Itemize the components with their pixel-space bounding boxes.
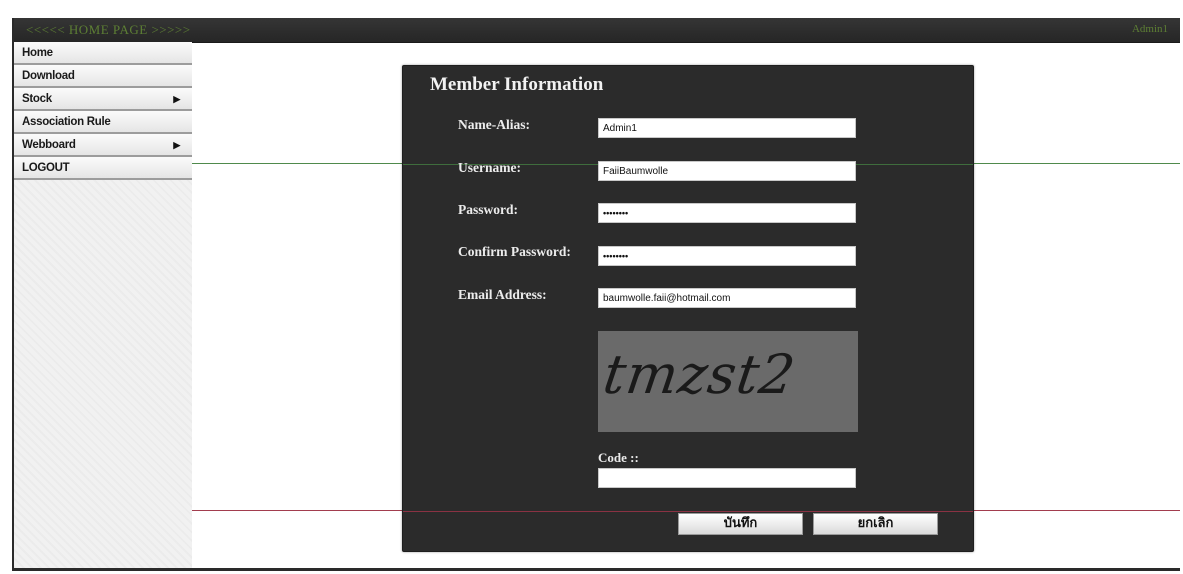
app-window: <<<<< HOME PAGE >>>>> Admin1 Home Downlo… <box>12 18 1180 571</box>
chevron-right-icon: ▶ <box>173 140 180 150</box>
current-user: Admin1 <box>1131 23 1168 35</box>
sidebar-item-download[interactable]: Download <box>14 65 192 88</box>
sidebar-item-stock[interactable]: Stock ▶ <box>14 88 192 111</box>
captcha-text: tmzst2 <box>599 343 800 406</box>
sidebar-item-label: Download <box>22 70 75 82</box>
username-label: Username: <box>458 160 521 175</box>
member-form-panel: Member Information Name-Alias: Username:… <box>402 65 974 552</box>
cancel-button[interactable]: ยกเลิก <box>813 513 938 535</box>
panel-divider-red <box>403 511 973 512</box>
chevron-right-icon: ▶ <box>173 94 180 104</box>
sidebar-item-home[interactable]: Home <box>14 42 192 65</box>
password-label: Password: <box>458 202 518 217</box>
sidebar-item-label: Home <box>22 47 53 59</box>
confirm-password-label: Confirm Password: <box>458 244 571 259</box>
sidebar-item-association-rule[interactable]: Association Rule <box>14 111 192 134</box>
save-button[interactable]: บันทึก <box>678 513 803 535</box>
email-input[interactable] <box>598 288 856 308</box>
confirm-password-input[interactable]: •••••••• <box>598 246 856 266</box>
sidebar-item-label: LOGOUT <box>22 162 70 174</box>
name-alias-label: Name-Alias: <box>458 117 530 132</box>
password-input[interactable]: •••••••• <box>598 203 856 223</box>
sidebar-item-label: Stock <box>22 93 52 105</box>
sidebar-item-logout[interactable]: LOGOUT <box>14 157 192 180</box>
username-input[interactable] <box>598 161 856 181</box>
sidebar-item-webboard[interactable]: Webboard ▶ <box>14 134 192 157</box>
captcha-image: tmzst2 <box>598 331 858 432</box>
code-label: Code :: <box>598 450 639 465</box>
form-title: Member Information <box>430 74 604 95</box>
page-title: <<<<< HOME PAGE >>>>> <box>26 22 191 37</box>
name-alias-input[interactable] <box>598 118 856 138</box>
sidebar: Home Download Stock ▶ Association Rule W… <box>14 42 192 568</box>
sidebar-item-label: Webboard <box>22 139 76 151</box>
code-input[interactable] <box>598 468 856 488</box>
email-label: Email Address: <box>458 287 547 302</box>
top-bar: <<<<< HOME PAGE >>>>> Admin1 <box>14 18 1180 43</box>
sidebar-item-label: Association Rule <box>22 116 111 128</box>
